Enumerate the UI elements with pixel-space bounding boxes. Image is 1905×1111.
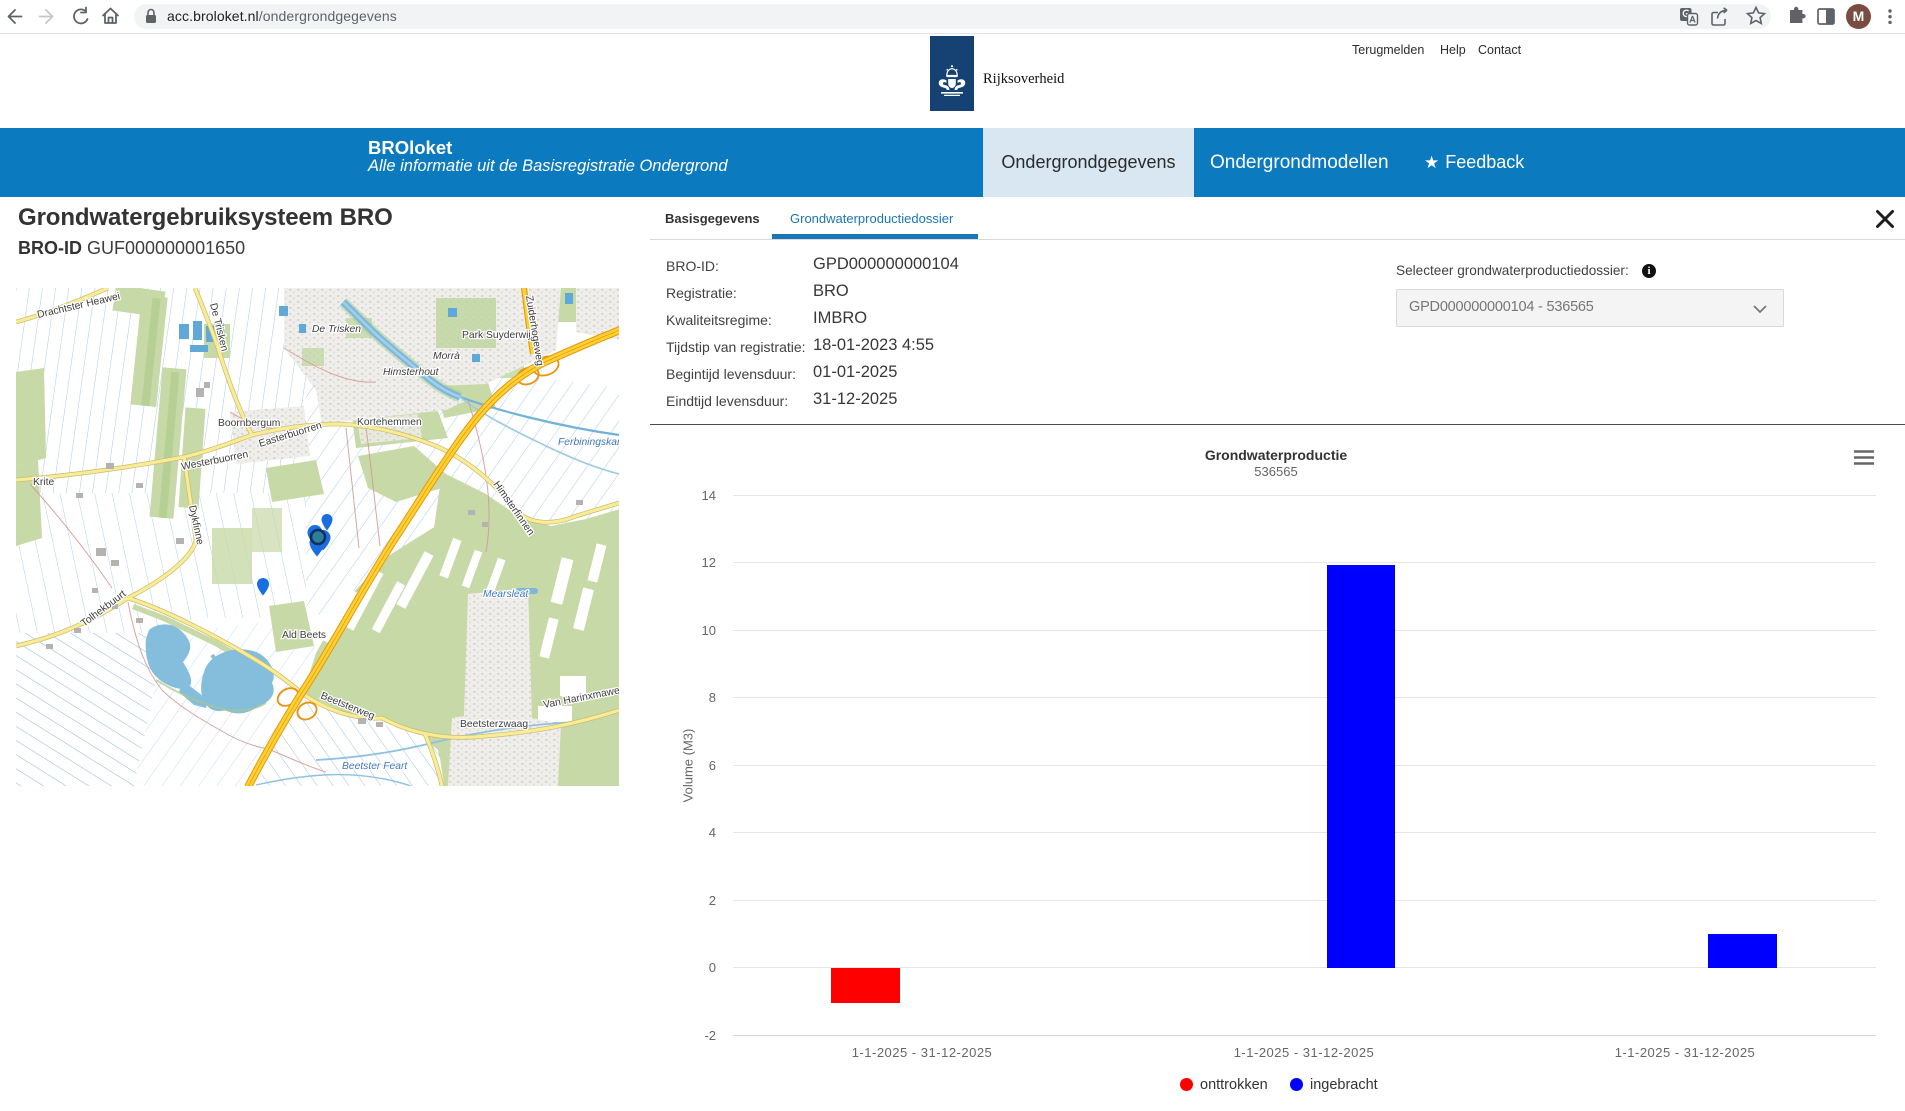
svg-text:Mearsleat: Mearsleat (483, 589, 529, 600)
svg-text:Kortehemmen: Kortehemmen (357, 417, 422, 428)
svg-text:Krite: Krite (33, 477, 54, 488)
svg-text:Ald Beets: Ald Beets (282, 630, 326, 641)
svg-text:Morrà: Morrà (433, 351, 460, 362)
svg-text:Beetster Feart: Beetster Feart (342, 761, 408, 772)
svg-text:Park Suyderwijk: Park Suyderwijk (462, 330, 537, 341)
svg-text:Boornbergum: Boornbergum (218, 418, 280, 429)
svg-text:De Trisken: De Trisken (312, 324, 361, 335)
svg-text:Beetsterzwaag: Beetsterzwaag (460, 719, 528, 730)
svg-text:Ferbiningskanaal: Ferbiningskanaal (558, 437, 619, 448)
svg-text:Himsterhout: Himsterhout (383, 367, 440, 378)
